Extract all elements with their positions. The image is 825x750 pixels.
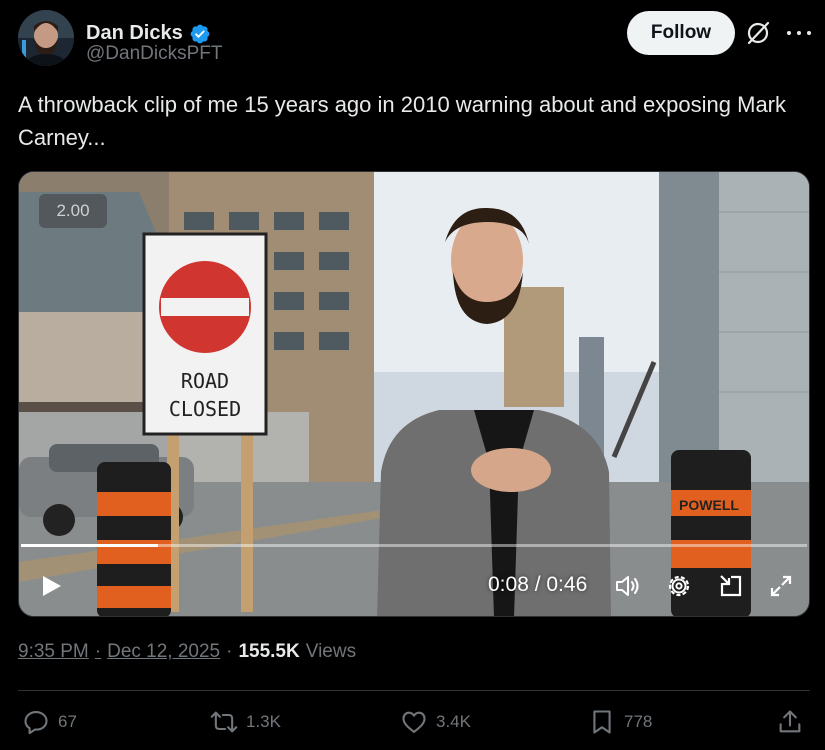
heart-icon: [402, 711, 426, 733]
barrel-text: POWELL: [679, 497, 739, 513]
more-icon[interactable]: [787, 24, 811, 42]
tweet-time[interactable]: 9:35 PM: [18, 641, 89, 663]
divider: [18, 690, 810, 691]
bookmark-count: 778: [624, 712, 653, 731]
pip-icon[interactable]: [717, 572, 745, 600]
repost-button[interactable]: 1.3K: [210, 708, 281, 736]
video-frame: ROAD CLOSED POWELL: [19, 172, 809, 616]
repost-count: 1.3K: [246, 712, 281, 731]
bookmark-icon: [593, 710, 611, 734]
reply-button[interactable]: 67: [22, 708, 77, 736]
views-label: Views: [305, 641, 357, 662]
share-button[interactable]: [776, 708, 804, 736]
volume-icon[interactable]: [613, 572, 641, 600]
action-bar: 67 1.3K 3.4K 778: [18, 708, 813, 742]
tweet-meta: 9:35 PM · Dec 12, 2025 · 155.5K Views: [18, 641, 356, 663]
tweet-text: A throwback clip of me 15 years ago in 2…: [18, 92, 787, 150]
playback-speed-badge[interactable]: 2.00: [39, 194, 107, 228]
video-player[interactable]: ROAD CLOSED POWELL 2.00 0:08 / 0:46: [18, 171, 810, 617]
sign-text-road: ROAD: [181, 369, 229, 393]
meta-separator-1[interactable]: ·: [95, 641, 101, 663]
sign-text-closed: CLOSED: [169, 397, 241, 421]
author-name[interactable]: Dan Dicks: [86, 22, 183, 45]
views-count: 155.5K: [238, 641, 300, 662]
play-icon[interactable]: [41, 574, 63, 598]
verified-badge-icon: [190, 24, 210, 43]
like-count: 3.4K: [436, 712, 471, 731]
reply-icon: [24, 711, 48, 735]
grok-icon[interactable]: [745, 20, 771, 46]
fullscreen-icon[interactable]: [767, 572, 795, 600]
reply-count: 67: [58, 712, 77, 731]
share-icon: [779, 710, 801, 733]
progress-bar[interactable]: [21, 544, 807, 547]
follow-button[interactable]: Follow: [627, 11, 735, 55]
progress-bar-fill: [21, 544, 158, 547]
tweet-header: Dan Dicks @DanDicksPFT Follow: [18, 10, 813, 70]
settings-icon[interactable]: [665, 572, 693, 600]
author-handle[interactable]: @DanDicksPFT: [86, 43, 222, 65]
meta-separator-2: ·: [226, 641, 233, 662]
avatar[interactable]: [18, 10, 74, 66]
tweet-date[interactable]: Dec 12, 2025: [107, 641, 220, 663]
time-display: 0:08 / 0:46: [488, 573, 588, 596]
bookmark-button[interactable]: 778: [588, 708, 652, 736]
like-button[interactable]: 3.4K: [400, 708, 471, 736]
repost-icon: [210, 711, 238, 733]
